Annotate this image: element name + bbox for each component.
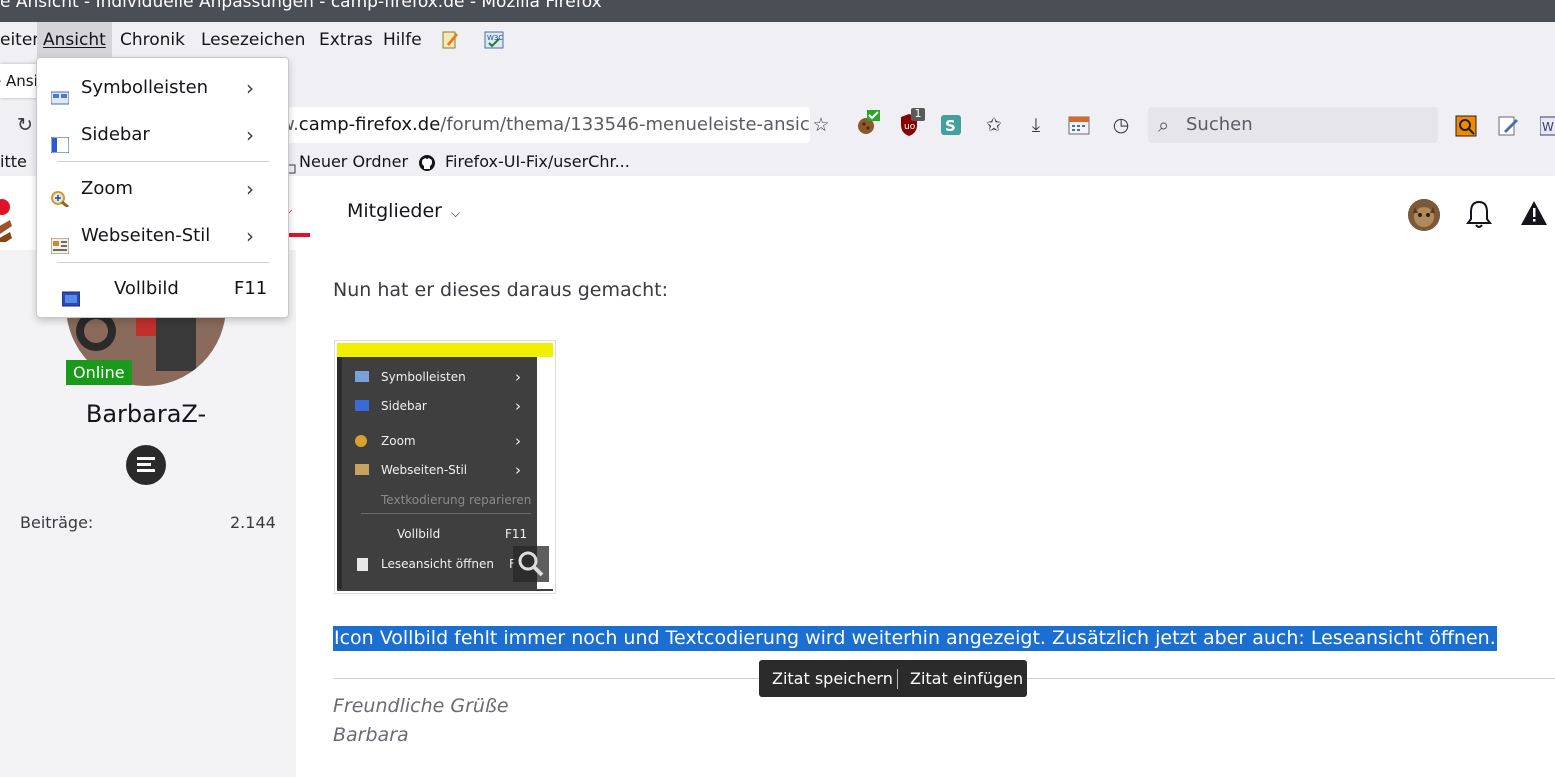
browser-tab[interactable]: e Ansi bbox=[0, 64, 40, 98]
menu-item-vollbild[interactable]: Vollbild F11 bbox=[37, 267, 288, 311]
thumb-yellow-bar bbox=[337, 343, 553, 357]
window-titlebar: e Ansicht - Individuelle Anpassungen - c… bbox=[0, 0, 1555, 22]
page-style-icon bbox=[355, 464, 369, 475]
posts-label: Beiträge: bbox=[20, 513, 94, 532]
menu-item-sidebar[interactable]: Sidebar › bbox=[37, 113, 288, 157]
menu-separator bbox=[57, 161, 269, 162]
chevron-right-icon: › bbox=[246, 123, 254, 147]
view-menu-dropdown: Symbolleisten › Sidebar › Zoom › Webseit… bbox=[36, 57, 289, 318]
user-sidebar: Online BarbaraZ- Beiträge: 2.144 bbox=[0, 246, 296, 777]
reader-view-icon bbox=[357, 558, 368, 571]
toolbars-icon bbox=[50, 79, 70, 105]
selected-text[interactable]: Icon Vollbild fehlt immer noch und Textc… bbox=[333, 626, 1497, 651]
svg-text:uo: uo bbox=[904, 122, 916, 132]
thumb-item-symbolleisten: Symbolleisten › bbox=[337, 363, 537, 391]
stylus-icon[interactable]: S bbox=[941, 114, 961, 136]
forum-logo-icon[interactable] bbox=[0, 190, 12, 246]
more-extension-icon[interactable]: W bbox=[1539, 115, 1555, 137]
fullscreen-icon bbox=[61, 280, 81, 307]
reader-extension-icon[interactable] bbox=[1455, 115, 1477, 137]
menu-item-chronik[interactable]: Chronik bbox=[114, 22, 191, 58]
sidebar-icon bbox=[355, 400, 369, 411]
chevron-down-icon: ⌵ bbox=[451, 206, 461, 220]
downloads-icon[interactable]: ⤓ bbox=[1025, 114, 1047, 136]
thumb-separator bbox=[361, 513, 531, 514]
zoom-icon bbox=[355, 435, 367, 447]
bell-icon[interactable] bbox=[1466, 199, 1492, 229]
menu-item-zoom[interactable]: Zoom › bbox=[37, 167, 288, 211]
thumb-item-leseansicht: Leseansicht öffnenF bbox=[337, 550, 537, 578]
bookmarks-menu-icon[interactable]: ✩ bbox=[983, 114, 1005, 136]
user-name[interactable]: BarbaraZ- bbox=[0, 400, 292, 428]
thumb-item-sidebar: Sidebar › bbox=[337, 392, 537, 420]
menu-item-symbolleisten[interactable]: Symbolleisten › bbox=[37, 66, 288, 110]
screenshot-thumbnail[interactable]: Symbolleisten › Sidebar › Zoom › Webseiten-… bbox=[334, 340, 556, 594]
edit-extension-icon[interactable] bbox=[1497, 115, 1519, 137]
ublock-icon[interactable]: uo 1 bbox=[898, 107, 928, 138]
bookmark-item-partial[interactable]: itte bbox=[0, 148, 27, 176]
search-input[interactable]: ⌕ Suchen bbox=[1148, 107, 1438, 143]
reload-icon[interactable]: ↻ bbox=[14, 114, 36, 136]
post-intro: Nun hat er dieses daraus gemacht: bbox=[333, 279, 668, 301]
magnifier-icon bbox=[513, 546, 549, 582]
menu-separator bbox=[57, 262, 269, 263]
menu-item-extras[interactable]: Extras bbox=[313, 22, 379, 58]
signature-line-2: Barbara bbox=[333, 724, 409, 746]
nav-members[interactable]: Mitglieder ⌵ bbox=[347, 200, 460, 222]
chevron-right-icon: › bbox=[246, 224, 254, 248]
calendar-icon[interactable] bbox=[1068, 114, 1090, 136]
menu-item-ansicht[interactable]: Ansicht bbox=[37, 22, 112, 58]
window-title: e Ansicht - Individuelle Anpassungen - c… bbox=[0, 0, 602, 12]
notepad-icon[interactable] bbox=[441, 30, 459, 50]
post-content: Nun hat er dieses daraus gemacht: Symbol… bbox=[296, 250, 1555, 777]
chevron-right-icon: › bbox=[246, 76, 254, 100]
quote-toolbar: Zitat speichern Zitat einfügen bbox=[759, 660, 1027, 697]
thumb-item-vollbild: Vollbild F11 bbox=[397, 527, 528, 541]
bookmark-star-icon[interactable]: ☆ bbox=[810, 114, 832, 136]
ublock-badge: 1 bbox=[914, 107, 922, 120]
search-icon: ⌕ bbox=[1158, 113, 1170, 137]
avatar[interactable] bbox=[1408, 199, 1440, 231]
bookmark-item-firefox-ui-fix[interactable]: Firefox-UI-Fix/userChr... bbox=[418, 148, 630, 176]
shortcut-f11: F11 bbox=[234, 278, 268, 299]
insert-quote-button[interactable]: Zitat einfügen bbox=[910, 660, 1023, 697]
history-icon[interactable]: ◷ bbox=[1110, 114, 1132, 136]
menu-item-hilfe[interactable]: Hilfe bbox=[377, 22, 428, 58]
toolbars-icon bbox=[355, 371, 369, 382]
page-style-icon bbox=[50, 227, 70, 255]
url-bar[interactable]: w.camp-firefox.de/forum/thema/133546-men… bbox=[280, 107, 810, 143]
svg-text:W: W bbox=[1542, 120, 1554, 134]
github-icon bbox=[418, 153, 436, 171]
bookmark-item-neuer-ordner[interactable]: Neuer Ordner bbox=[280, 148, 408, 176]
quote-toolbar-divider bbox=[897, 669, 898, 689]
menu-item-webseiten-stil[interactable]: Webseiten-Stil › bbox=[37, 214, 288, 258]
thumb-item-zoom: Zoom › bbox=[337, 427, 537, 455]
chevron-right-icon: › bbox=[246, 177, 254, 201]
status-badge: Online bbox=[66, 360, 132, 385]
svg-text:W3C: W3C bbox=[487, 34, 503, 42]
cookie-extension-icon[interactable] bbox=[855, 110, 881, 136]
signature-line-1: Freundliche Grüße bbox=[333, 695, 509, 717]
thumb-item-textkodierung: Textkodierung reparieren bbox=[381, 493, 532, 507]
w3c-validator-icon[interactable]: W3C bbox=[483, 29, 505, 51]
thumb-item-webseiten-stil: Webseiten-Stil › bbox=[337, 456, 537, 484]
save-quote-button[interactable]: Zitat speichern bbox=[772, 660, 893, 697]
menu-item-lesezeichen[interactable]: Lesezeichen bbox=[195, 22, 311, 58]
menu-bar: eiten Ansicht Chronik Lesezeichen Extras… bbox=[0, 22, 1555, 58]
zoom-icon bbox=[51, 180, 69, 209]
svg-text:S: S bbox=[945, 117, 956, 135]
warning-icon[interactable] bbox=[1520, 200, 1548, 226]
user-profile-icon[interactable] bbox=[126, 445, 166, 485]
sidebar-icon bbox=[50, 126, 70, 154]
posts-value: 2.144 bbox=[230, 513, 276, 532]
